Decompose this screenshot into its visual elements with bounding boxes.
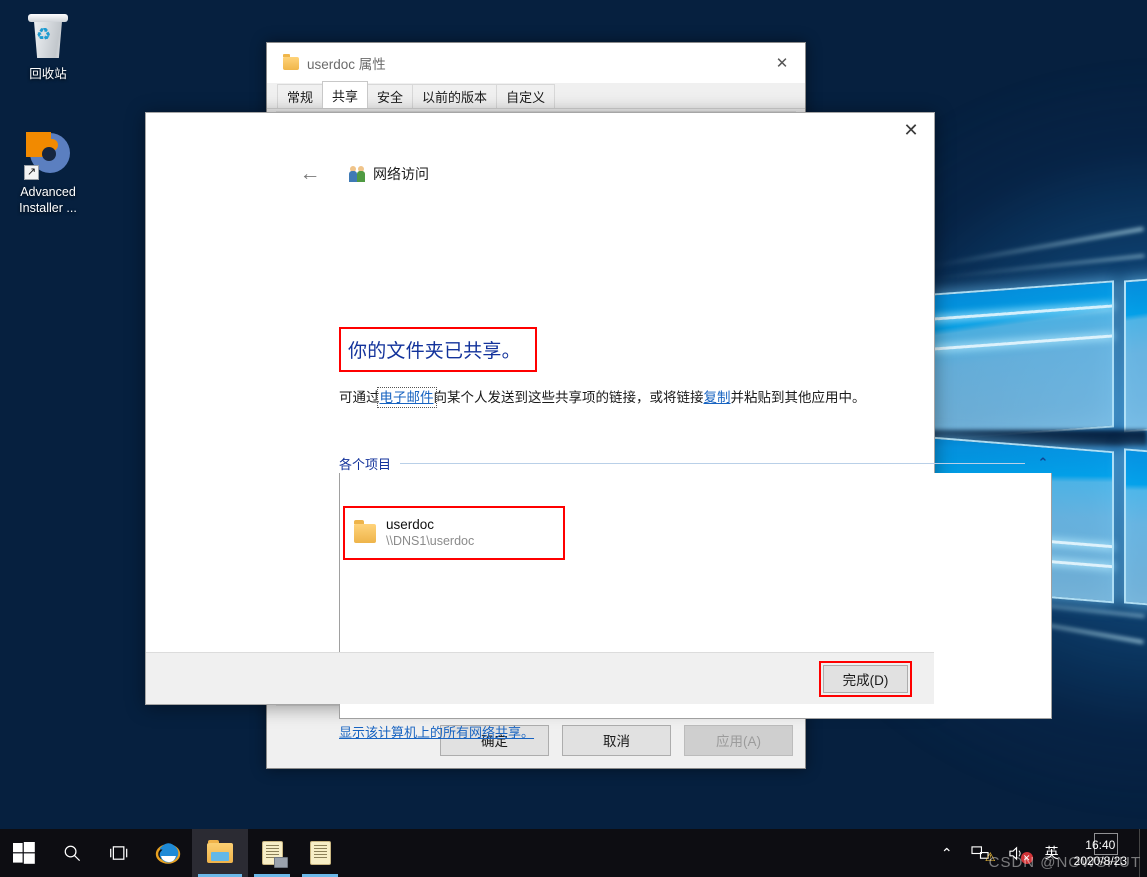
description-part-1: 可通过 [339,390,380,405]
folder-icon [283,53,299,70]
clock-date: 2020/8/23 [1073,854,1127,868]
network-warning-icon[interactable]: ⚠ [962,829,999,877]
tab-security[interactable]: 安全 [367,84,414,108]
heading-highlight-box: 你的文件夹已共享。 [339,327,537,372]
network-access-icon [349,166,366,182]
share-path: \\DNS1\userdoc [386,534,475,548]
list-item[interactable]: userdoc \\DNS1\userdoc [343,506,565,560]
task-view-icon[interactable] [96,829,144,877]
volume-muted-icon[interactable]: ✕ [999,829,1036,877]
windows-logo-pane [1124,277,1147,433]
desktop-icon-label: Advanced Installer ... [19,185,77,215]
task-view-glyph [109,845,127,860]
dialog-heading: 你的文件夹已共享。 [348,341,521,362]
description-part-2: 向某个人发送到这些共享项的链接，或将链接 [433,390,704,405]
folder-icon [207,840,233,863]
properties-tabstrip: 常规 共享 安全 以前的版本 自定义 [267,81,805,109]
file-explorer-taskbar-icon[interactable] [192,829,248,877]
ie-glyph [155,843,181,864]
folder-icon [354,519,376,543]
finish-button[interactable]: 完成(D) [823,664,908,693]
show-desktop-button[interactable] [1139,829,1147,877]
dialog-title: 网络访问 [373,166,429,182]
muted-badge-icon: ✕ [1020,852,1033,864]
show-all-network-shares-link[interactable]: 显示该计算机上的所有网络共享。 [339,722,534,741]
shortcut-arrow-icon: ↗ [24,165,39,180]
windows-logo-pane [1124,448,1147,607]
network-access-dialog: ✕ ← 网络访问 你的文件夹已共享。 可通过电子邮件向某个人发送到这些共享项的链… [145,112,1052,740]
desktop: ♻ 回收站 ↗ Advanced Installer ... userdoc 属… [0,0,1147,877]
windows-logo-pane [932,280,1114,441]
finish-highlight-box: 完成(D) [819,660,912,697]
desktop-icon-recycle-bin[interactable]: ♻ 回收站 [2,12,94,82]
internet-explorer-icon[interactable] [144,829,192,877]
warning-badge-icon: ⚠ [984,850,996,864]
properties-titlebar: userdoc 属性 ✕ [267,43,805,83]
cancel-button[interactable]: 取消 [562,724,671,756]
dialog-description: 可通过电子邮件向某个人发送到这些共享项的链接，或将链接复制并粘贴到其他应用中。 [339,386,866,408]
dialog-nav-bar: ← 网络访问 [146,157,934,191]
chevron-up-icon[interactable]: ⌃ [1034,455,1052,471]
tab-customize[interactable]: 自定义 [496,84,556,108]
groupbox-label: 各个项目 [339,456,392,472]
scroll-document-icon [261,841,288,868]
windows-logo-icon [13,842,35,864]
copy-link[interactable]: 复制 [704,390,731,405]
advanced-installer-icon: ↗ [22,130,74,180]
chevron-up-icon[interactable]: ⌃ [932,829,962,877]
search-glyph [64,845,80,861]
apply-button: 应用(A) [684,724,793,756]
notepad-network-taskbar-icon[interactable] [248,829,296,877]
scroll-document-icon [309,841,331,865]
list-item-text: userdoc \\DNS1\userdoc [386,516,474,550]
back-arrow-icon[interactable]: ← [296,160,324,188]
close-icon[interactable]: ✕ [759,43,805,83]
groupbox-header: 各个项目 ⌃ [339,454,1052,472]
properties-window-title: userdoc 属性 [307,57,386,72]
desktop-icon-label: 回收站 [29,67,67,81]
groupbox-rule [400,462,1025,464]
dialog-footer: 完成(D) [146,652,934,704]
tab-previous-versions[interactable]: 以前的版本 [412,84,498,108]
close-icon[interactable]: ✕ [888,113,934,147]
notepad-taskbar-icon[interactable] [296,829,344,877]
search-icon[interactable] [48,829,96,877]
share-name: userdoc [386,517,435,532]
tab-sharing[interactable]: 共享 [322,81,369,108]
tab-general[interactable]: 常规 [277,84,324,108]
watermark-box [1094,833,1118,855]
recycle-bin-icon: ♻ [22,12,74,62]
start-button[interactable] [0,829,48,877]
ime-indicator[interactable]: 英 [1036,829,1068,877]
desktop-icon-advanced-installer[interactable]: ↗ Advanced Installer ... [2,130,94,216]
taskbar: ⌃ ⚠ ✕ 英 16:40 2020/8/23 [0,829,1147,877]
email-link[interactable]: 电子邮件 [376,387,437,408]
description-part-3: 并粘贴到其他应用中。 [730,390,866,405]
